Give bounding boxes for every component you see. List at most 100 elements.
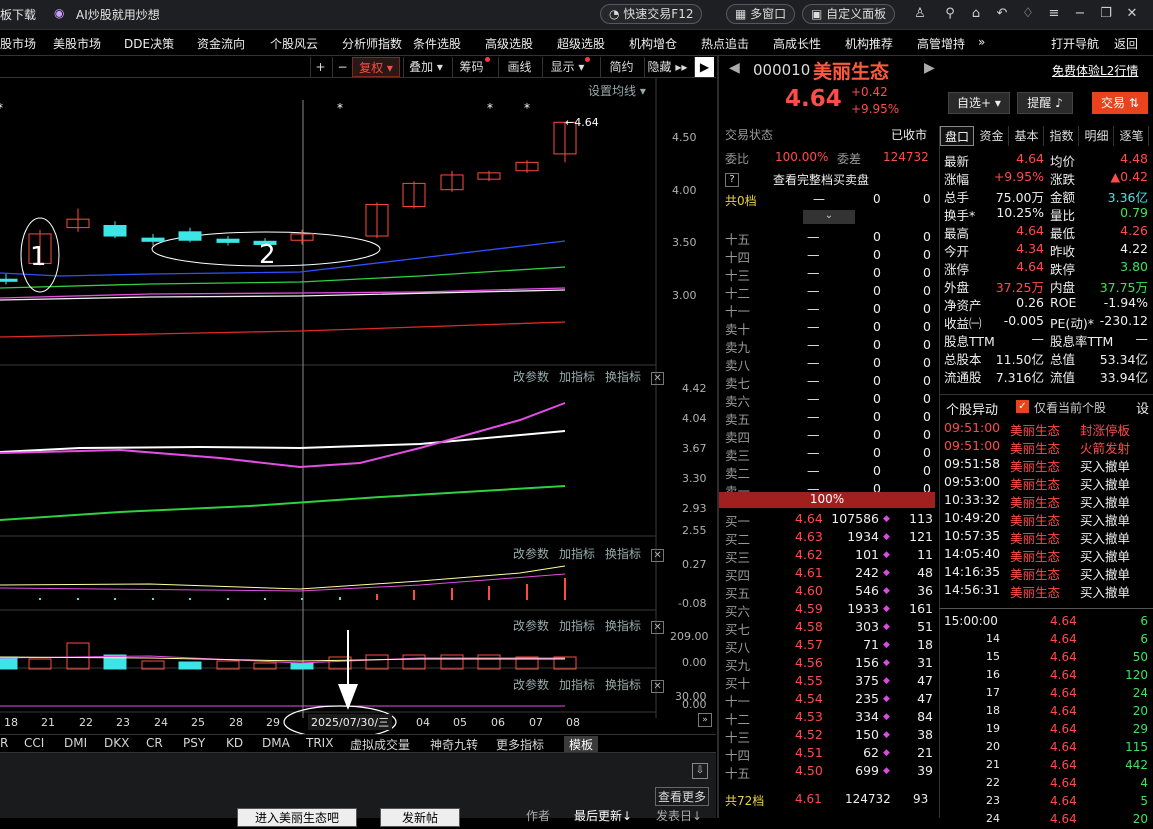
add-indicator-link[interactable]: 加指标 [559, 370, 595, 384]
scroll-right-icon[interactable]: » [698, 713, 712, 727]
tab-more[interactable]: 更多指标 [496, 736, 544, 753]
menu-item[interactable]: 高成长性 [773, 35, 821, 52]
tab-4[interactable]: 明细 [1080, 126, 1114, 146]
menu-item[interactable]: 超级选股 [557, 35, 605, 52]
tab-2[interactable]: 基本 [1010, 126, 1044, 146]
chips-button[interactable]: 筹码 [452, 57, 496, 77]
alert-row[interactable]: 14:05:40 美丽生态 买入撤单 [940, 545, 1153, 564]
search-icon[interactable]: ⚲ [942, 6, 958, 22]
menu-item[interactable]: 个股风云 [270, 35, 318, 52]
zoom-out-button[interactable]: − [332, 57, 352, 77]
menu-item[interactable]: 热点追击 [701, 35, 749, 52]
params-link[interactable]: 改参数 [513, 370, 549, 384]
alert-row[interactable]: 10:33:32 美丽生态 买入撤单 [940, 491, 1153, 510]
back-icon[interactable]: ↶ [994, 6, 1010, 22]
swap-indicator-link[interactable]: 换指标 [605, 678, 641, 692]
alert-row[interactable]: 14:56:31 美丽生态 买入撤单 [940, 581, 1153, 600]
menu-more[interactable]: » [978, 35, 985, 49]
menu-item[interactable]: 高级选股 [485, 35, 533, 52]
author-col[interactable]: 作者 [526, 807, 550, 824]
only-current-checkbox[interactable]: ✓ [1016, 400, 1029, 413]
tab-virtual-volume[interactable]: 虚拟成交量 [350, 736, 410, 753]
tab-0[interactable]: 盘口 [940, 126, 974, 146]
post-date-col[interactable]: 发表日↓ [656, 807, 702, 824]
tab-cr[interactable]: CR [146, 736, 163, 750]
alerts-settings[interactable]: 设 [1136, 398, 1149, 417]
close-panel-icon[interactable]: ✕ [651, 372, 665, 385]
close-panel-icon[interactable]: ✕ [651, 621, 665, 634]
tab-r[interactable]: R [0, 736, 8, 750]
tab-1[interactable]: 资金 [975, 126, 1009, 146]
alert-row[interactable]: 10:57:35 美丽生态 买入撤单 [940, 527, 1153, 546]
menu-item[interactable]: 机构推荐 [845, 35, 893, 52]
quick-trade-button[interactable]: ◔ 快速交易F12 [600, 4, 703, 24]
prev-stock-icon[interactable]: ◀ [729, 60, 740, 76]
swap-indicator-link[interactable]: 换指标 [605, 547, 641, 561]
close-icon[interactable]: ✕ [1124, 6, 1140, 22]
trade-button[interactable]: 交易 ⇅ [1092, 92, 1148, 114]
hide-button[interactable]: 隐藏 ▸▸ [644, 57, 690, 77]
tab-kd[interactable]: KD [226, 736, 243, 750]
minimize-icon[interactable]: − [1072, 6, 1088, 22]
l2-trial-link[interactable]: 免费体验L2行情 [1052, 62, 1138, 79]
add-indicator-link[interactable]: 加指标 [559, 678, 595, 692]
overlay-button[interactable]: 叠加 ▾ [403, 57, 448, 77]
menu-item[interactable]: DDE决策 [124, 35, 174, 52]
custom-panel-button[interactable]: ▣ 自定义面板 [802, 4, 896, 24]
help-icon[interactable]: ? [725, 173, 739, 187]
alert-row[interactable]: 09:51:58 美丽生态 买入撤单 [940, 455, 1153, 474]
multi-window-button[interactable]: ▦ 多窗口 [726, 4, 796, 24]
tab-dma[interactable]: DMA [262, 736, 290, 750]
see-more-button[interactable]: 查看更多 [655, 787, 710, 806]
close-panel-icon[interactable]: ✕ [651, 549, 665, 562]
collapse-panel-icon[interactable]: ▶ [694, 57, 714, 77]
alert-row[interactable]: 09:51:00 美丽生态 火箭发射 [940, 437, 1153, 456]
ma-settings[interactable]: 设置均线 ▾ [588, 82, 646, 99]
alert-row[interactable]: 14:16:35 美丽生态 买入撤单 [940, 563, 1153, 582]
download-icon[interactable]: ⇩ [692, 763, 708, 779]
menu-item[interactable]: 条件选股 [413, 35, 461, 52]
display-button[interactable]: 显示 ▾ [542, 57, 598, 77]
alert-row[interactable]: 09:51:00 美丽生态 封涨停板 [940, 419, 1153, 438]
alert-row[interactable]: 10:49:20 美丽生态 买入撤单 [940, 509, 1153, 528]
promo-link[interactable]: AI炒股就用炒想 [76, 6, 160, 23]
add-indicator-link[interactable]: 加指标 [559, 619, 595, 633]
menu-item[interactable]: 打开导航 [1051, 35, 1099, 52]
params-link[interactable]: 改参数 [513, 547, 549, 561]
tab-template[interactable]: 模板 [564, 736, 599, 753]
next-stock-icon[interactable]: ▶ [924, 60, 935, 76]
shirt-icon[interactable]: ♢ [1020, 6, 1036, 22]
swap-indicator-link[interactable]: 换指标 [605, 619, 641, 633]
last-update-col[interactable]: 最后更新↓ [574, 807, 632, 824]
alert-row[interactable]: 09:53:00 美丽生态 买入撤单 [940, 473, 1153, 492]
menu-item[interactable]: 高管增持 [917, 35, 965, 52]
tab-trix[interactable]: TRIX [306, 736, 333, 750]
full-book-link[interactable]: 查看完整档买卖盘 [773, 171, 869, 188]
tab-magic-nine[interactable]: 神奇九转 [430, 736, 478, 753]
tab-dmi[interactable]: DMI [64, 736, 87, 750]
swap-indicator-link[interactable]: 换指标 [605, 370, 641, 384]
draw-line-button[interactable]: 画线 [498, 57, 540, 77]
menu-item[interactable]: 资金流向 [197, 35, 245, 52]
menu-item[interactable]: 机构增仓 [629, 35, 677, 52]
menu-item[interactable]: 股市场 [0, 35, 36, 52]
params-link[interactable]: 改参数 [513, 678, 549, 692]
add-watchlist-button[interactable]: 自选+ ▾ [948, 92, 1010, 114]
home-icon[interactable]: ⌂ [968, 6, 984, 22]
close-panel-icon[interactable]: ✕ [651, 680, 665, 693]
tab-dkx[interactable]: DKX [104, 736, 129, 750]
tab-cci[interactable]: CCI [24, 736, 44, 750]
restore-icon[interactable]: ❐ [1098, 6, 1114, 22]
menu-item[interactable]: 分析师指数 [342, 35, 402, 52]
user-icon[interactable]: ♙ [912, 6, 928, 22]
fuquan-button[interactable]: 复权 ▾ [352, 57, 400, 77]
menu-icon[interactable]: ≡ [1046, 6, 1062, 22]
menu-item[interactable]: 返回 [1114, 35, 1138, 52]
tab-psy[interactable]: PSY [183, 736, 205, 750]
tab-5[interactable]: 逐笔 [1115, 126, 1149, 146]
menu-item[interactable]: 美股市场 [53, 35, 101, 52]
params-link[interactable]: 改参数 [513, 619, 549, 633]
zoom-in-button[interactable]: + [310, 57, 330, 77]
alert-button[interactable]: 提醒 ♪ [1017, 92, 1073, 114]
kline-chart[interactable]: * * * * [0, 78, 716, 734]
